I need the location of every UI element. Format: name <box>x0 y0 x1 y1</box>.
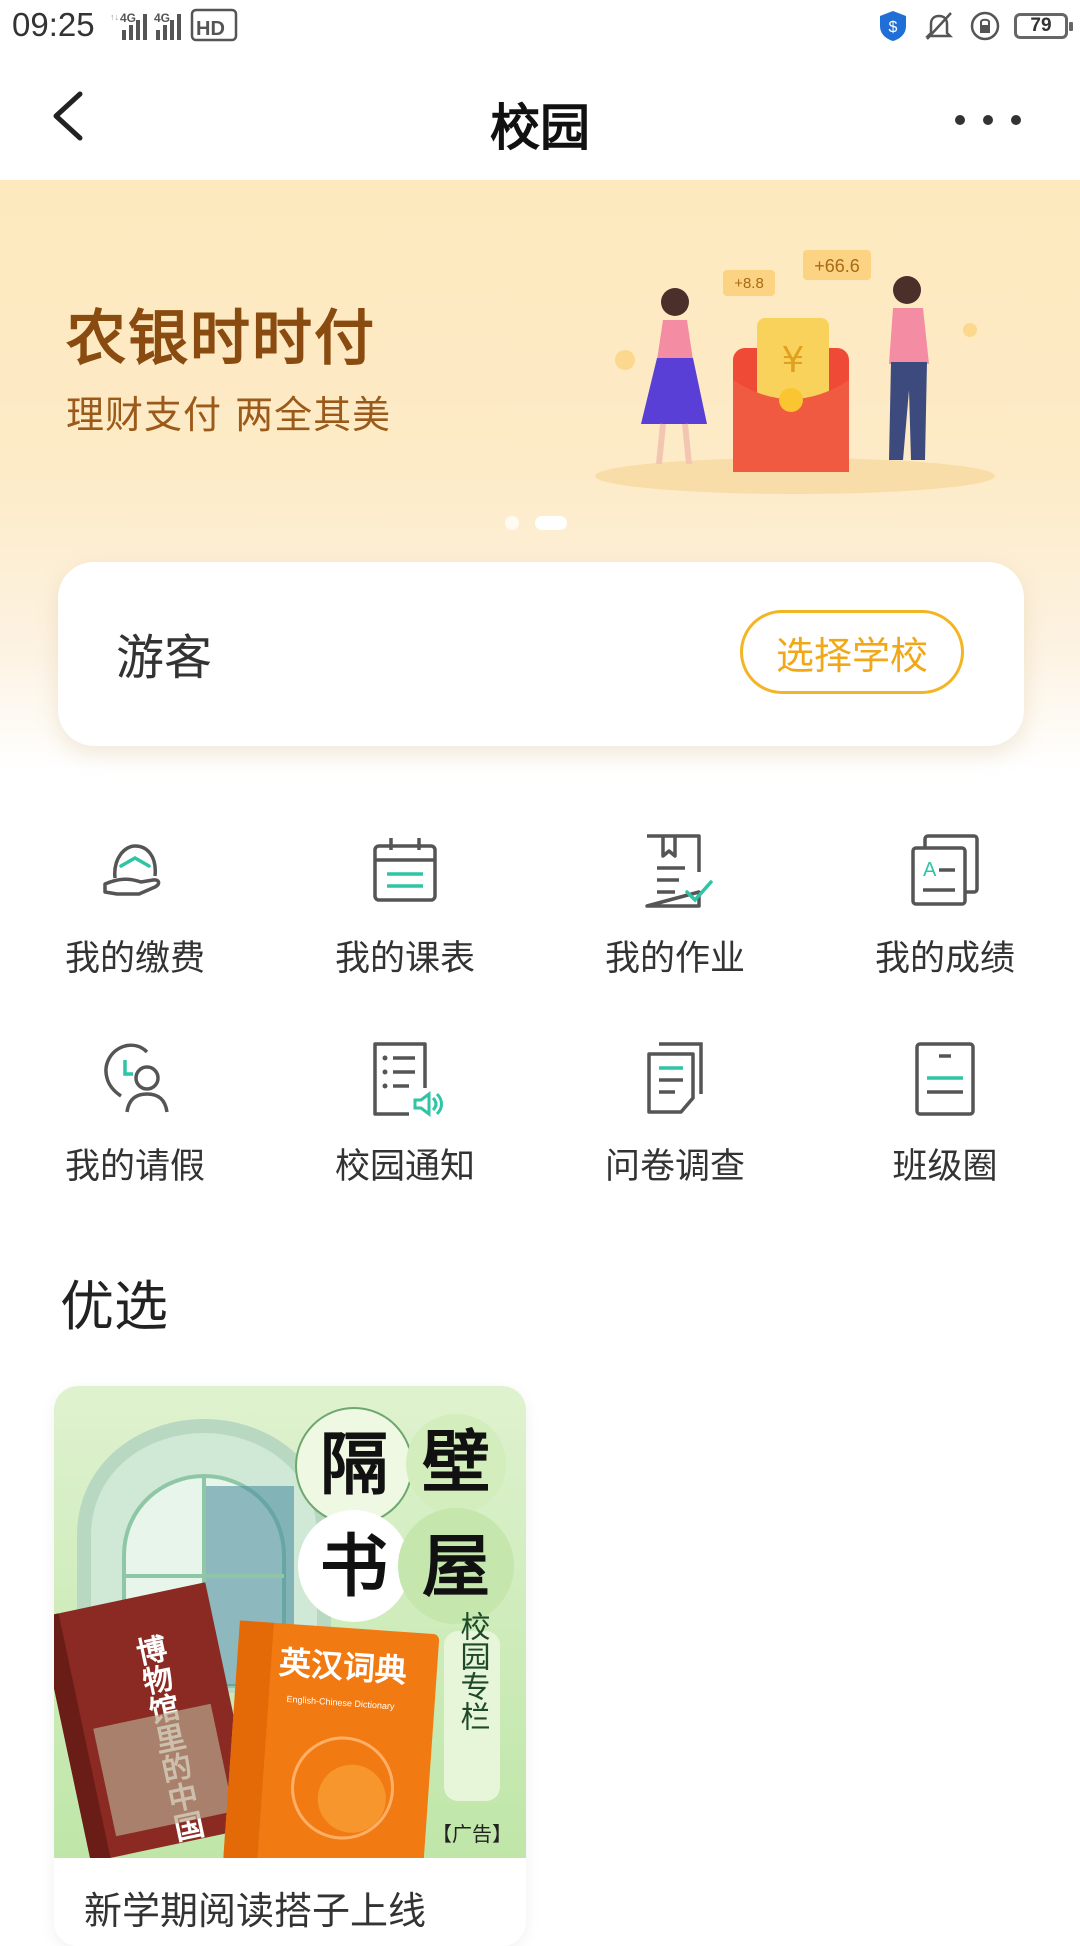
survey-doc-icon <box>647 1042 703 1114</box>
service-item-homework[interactable]: 我的作业 <box>540 830 810 1010</box>
service-item-class-circle[interactable]: 班级圈 <box>810 1038 1080 1218</box>
homework-doc-icon <box>645 834 713 908</box>
service-item-payment[interactable]: 我的缴费 <box>0 830 270 1010</box>
user-card: 游客 选择学校 <box>58 562 1024 746</box>
grades-icon: A <box>911 834 979 906</box>
service-label: 我的作业 <box>604 939 745 979</box>
more-horizontal-icon[interactable] <box>948 100 1028 140</box>
service-label: 班级圈 <box>892 1147 998 1187</box>
card-title: 新学期阅读搭子上线 <box>84 1889 427 1933</box>
leave-clock-user-icon <box>104 1043 169 1113</box>
service-item-timetable[interactable]: 我的课表 <box>270 830 540 1010</box>
svg-text:4G: 4G <box>120 11 136 25</box>
pagination-dot-active[interactable] <box>535 516 567 530</box>
payment-hand-icon <box>103 844 161 896</box>
service-item-leave[interactable]: 我的请假 <box>0 1038 270 1218</box>
service-label: 我的请假 <box>64 1147 205 1187</box>
svg-text:4G: 4G <box>154 11 170 25</box>
svg-text:屋: 屋 <box>422 1527 490 1607</box>
red-envelope-illustration: +8.8 +66.6 ¥ <box>595 250 995 494</box>
service-label: 我的成绩 <box>874 939 1015 979</box>
service-label: 校园通知 <box>334 1147 475 1187</box>
status-icons: $ 79 <box>876 8 1073 44</box>
service-label: 问卷调查 <box>604 1147 745 1187</box>
banner-title: 农银时时付 <box>66 304 376 374</box>
svg-text:¥: ¥ <box>782 340 805 381</box>
status-bar: 09:25 ↑↓ 4G 4G HD $ 79 <box>0 0 1080 56</box>
notice-speaker-icon <box>373 1042 443 1117</box>
svg-text:HD: HD <box>196 18 225 40</box>
svg-text:书: 书 <box>320 1527 388 1607</box>
svg-text:+8.8: +8.8 <box>734 275 764 292</box>
service-item-notice[interactable]: 校园通知 <box>270 1038 540 1218</box>
choose-school-button[interactable]: 选择学校 <box>740 610 964 694</box>
status-time: 09:25 <box>12 6 95 43</box>
nav-bar: 校园 <box>0 56 1080 180</box>
svg-text:壁: 壁 <box>422 1423 490 1503</box>
service-label: 我的课表 <box>334 939 475 979</box>
shield-dollar-icon: $ <box>880 11 906 41</box>
service-label: 我的缴费 <box>64 939 205 979</box>
featured-card[interactable]: 隔 壁 书 屋 博物馆里的中国 英汉词典 English-Chinese Dic… <box>54 1386 526 1946</box>
battery-icon: 79 <box>1014 13 1073 39</box>
banner-pagination <box>505 516 567 530</box>
page-title: 校园 <box>490 99 590 157</box>
rotation-lock-icon <box>970 11 1000 41</box>
class-circle-icon <box>915 1042 975 1116</box>
svg-text:$: $ <box>889 19 898 36</box>
bell-muted-icon <box>924 12 954 40</box>
service-item-survey[interactable]: 问卷调查 <box>540 1038 810 1218</box>
section-title: 优选 <box>60 1275 168 1338</box>
svg-text:【广告】: 【广告】 <box>432 1822 512 1846</box>
svg-text:A: A <box>923 859 937 881</box>
svg-text:+66.6: +66.6 <box>814 256 860 276</box>
signal-icon: ↑↓ 4G 4G HD <box>110 8 238 42</box>
user-name: 游客 <box>116 630 213 686</box>
svg-text:隔: 隔 <box>320 1425 388 1505</box>
service-item-grades[interactable]: A 我的成绩 <box>810 830 1080 1010</box>
banner-subtitle: 理财支付 两全其美 <box>66 393 392 437</box>
svg-text:↑↓: ↑↓ <box>110 12 119 22</box>
svg-text:校园专栏: 校园专栏 <box>455 1611 491 1731</box>
pagination-dot[interactable] <box>505 516 519 530</box>
reading-poster-image: 隔 壁 书 屋 博物馆里的中国 英汉词典 English-Chinese Dic… <box>54 1386 526 1858</box>
calendar-icon <box>373 838 437 902</box>
